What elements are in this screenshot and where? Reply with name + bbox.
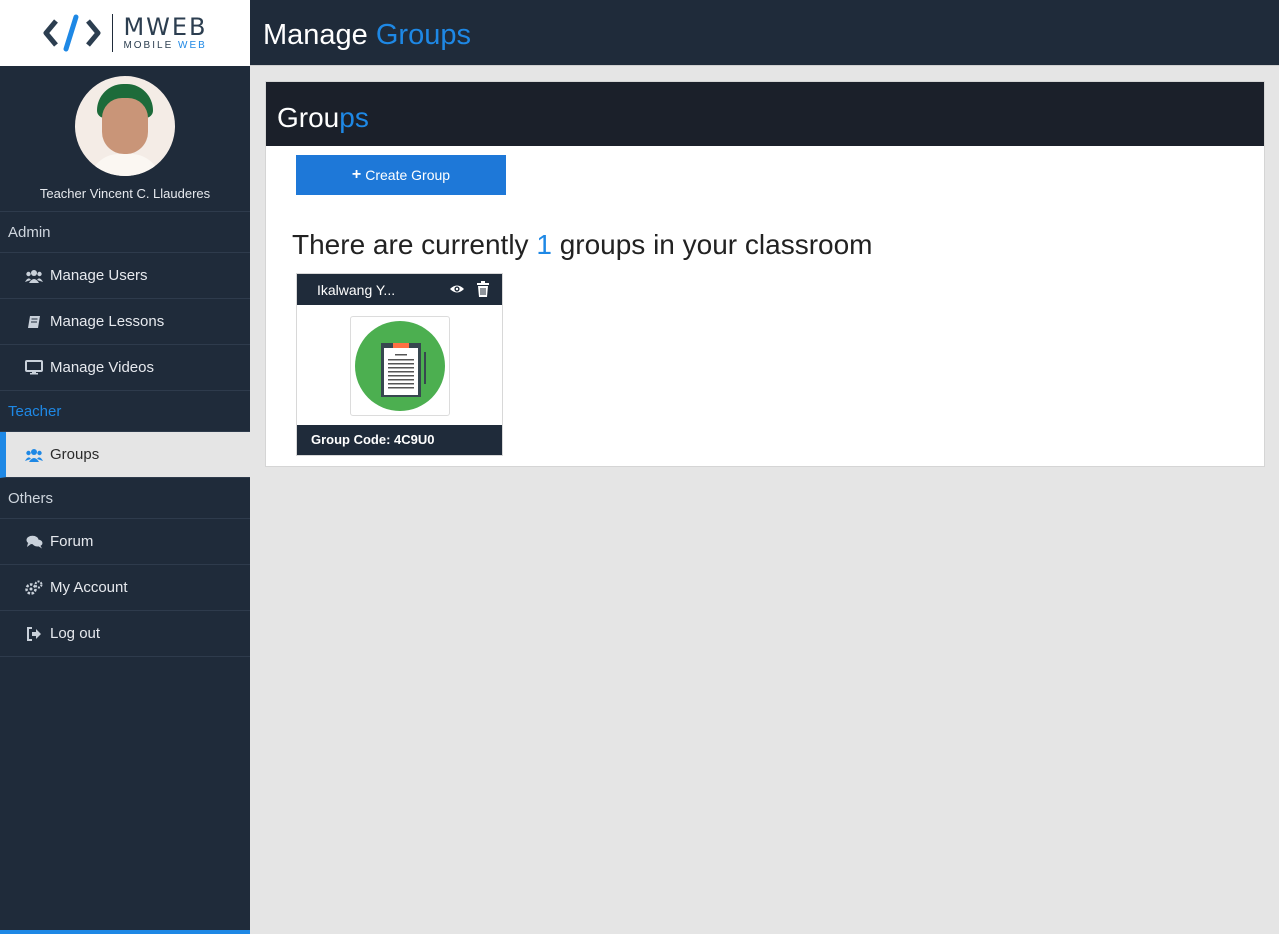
group-card: Ikalwang Y... Group Code: 4C9U0 <box>296 273 503 456</box>
panel-title: Groups <box>277 102 369 134</box>
sidebar-item-log-out[interactable]: Log out <box>0 611 250 657</box>
section-teacher: Teacher <box>0 391 250 432</box>
count-value: 1 <box>536 229 552 260</box>
count-suffix: groups in your classroom <box>559 229 873 260</box>
logo-title: MWEB <box>123 13 208 41</box>
group-card-header: Ikalwang Y... <box>297 274 502 305</box>
section-admin: Admin <box>0 212 250 253</box>
group-count-text: There are currently 1 groups in your cla… <box>292 229 873 261</box>
sidebar-item-my-account[interactable]: My Account <box>0 565 250 611</box>
code-brackets-icon <box>43 14 101 52</box>
sidebar-item-label: Forum <box>50 533 94 550</box>
group-name: Ikalwang Y... <box>317 282 396 298</box>
plus-icon: + <box>351 166 362 183</box>
book-icon <box>25 314 43 330</box>
panel-header: Groups <box>266 82 1264 146</box>
page-title-main: Manage <box>263 19 368 51</box>
sign-out-icon <box>25 626 43 642</box>
trash-icon[interactable] <box>476 281 490 297</box>
sidebar-item-label: Manage Videos <box>50 359 154 376</box>
comments-icon <box>25 534 43 550</box>
gears-icon <box>25 580 43 596</box>
sidebar-item-forum[interactable]: Forum <box>0 519 250 565</box>
section-others: Others <box>0 478 250 519</box>
logo-divider <box>112 14 114 52</box>
sidebar-bottom-bar <box>0 930 250 934</box>
users-icon <box>25 268 43 284</box>
sidebar-item-groups[interactable]: Groups <box>0 432 250 478</box>
logo-text: MWEB MOBILE WEB <box>123 15 207 51</box>
logo[interactable]: MWEB MOBILE WEB <box>0 0 250 66</box>
sidebar-item-manage-videos[interactable]: Manage Videos <box>0 345 250 391</box>
logo-subtitle-prefix: MOBILE <box>123 40 174 51</box>
monitor-icon <box>25 360 43 376</box>
sidebar-item-label: Manage Users <box>50 267 148 284</box>
sidebar-item-label: Manage Lessons <box>50 313 165 330</box>
count-prefix: There are currently <box>292 229 529 260</box>
users-icon <box>25 447 43 463</box>
page-title-accent: Groups <box>375 19 471 51</box>
sidebar-item-label: Log out <box>50 625 101 642</box>
sidebar-item-label: My Account <box>50 579 128 596</box>
logo-subtitle: MOBILE WEB <box>123 41 207 51</box>
create-group-label: Create Group <box>365 167 451 183</box>
sidebar-item-manage-lessons[interactable]: Manage Lessons <box>0 299 250 345</box>
group-code: Group Code: 4C9U0 <box>297 425 502 455</box>
top-bar: Manage Groups <box>250 0 1279 66</box>
sidebar-item-manage-users[interactable]: Manage Users <box>0 253 250 299</box>
clipboard-icon <box>355 321 445 411</box>
panel-title-accent: ps <box>339 102 369 133</box>
groups-panel: Groups + Create Group There are currentl… <box>265 81 1265 467</box>
profile: Teacher Vincent C. Llauderes <box>0 66 250 212</box>
sidebar-item-label: Groups <box>50 446 100 463</box>
profile-name: Teacher Vincent C. Llauderes <box>39 186 211 201</box>
panel-title-main: Grou <box>277 102 340 133</box>
avatar <box>75 76 175 176</box>
group-thumbnail[interactable] <box>350 316 450 416</box>
logo-subtitle-accent: WEB <box>178 40 207 51</box>
sidebar: MWEB MOBILE WEB Teacher Vincent C. Llaud… <box>0 0 250 934</box>
create-group-button[interactable]: + Create Group <box>296 155 506 195</box>
eye-icon[interactable] <box>449 282 465 296</box>
group-card-body[interactable] <box>297 305 502 426</box>
page-title: Manage Groups <box>263 19 471 52</box>
